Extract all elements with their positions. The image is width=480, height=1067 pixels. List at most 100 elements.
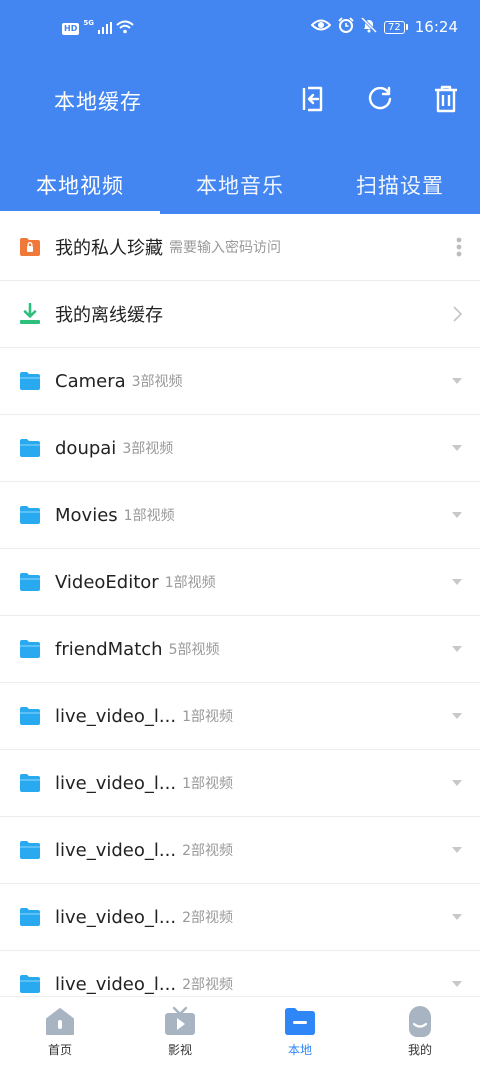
folder-icon [19,839,41,861]
folder-count: 1部视频 [182,709,233,725]
folder-count: 3部视频 [122,441,174,457]
nav-label: 我的 [407,1043,432,1057]
tab-label: 本地视频 [36,174,124,198]
folder-row[interactable]: live_video_l... 2部视频 [0,817,480,884]
folder-row[interactable]: Camera 3部视频 [0,348,480,415]
alarm-icon [338,17,354,37]
nav-label: 本地 [287,1043,312,1057]
folder-count: 1部视频 [164,575,216,591]
tv-icon [164,1005,196,1037]
home-icon [44,1005,76,1037]
folder-row[interactable]: live_video_l... 1部视频 [0,683,480,750]
local-folder-icon [284,1005,316,1037]
clock-time: 16:24 [414,18,458,36]
profile-icon [404,1005,436,1037]
folder-row[interactable]: live_video_l... 2部视频 [0,951,480,996]
row-title: 我的私人珍藏 [55,238,163,259]
nav-tv[interactable]: 影视 [120,997,240,1067]
lock-folder-icon [19,236,41,258]
refresh-icon [366,85,394,117]
bottom-nav: 首页 影视 本地 我的 [0,996,480,1067]
tab-label: 本地音乐 [196,174,284,198]
row-subtitle: 需要输入密码访问 [169,240,281,256]
tab-bar: 本地视频 本地音乐 扫描设置 [0,160,480,214]
import-icon [300,85,326,117]
wifi-icon [116,19,134,38]
expand-caret-icon[interactable] [452,713,462,719]
nav-home[interactable]: 首页 [0,997,120,1067]
download-icon [19,303,41,325]
folder-icon [19,571,41,593]
folder-name: live_video_l... [55,973,177,995]
folder-name: live_video_l... [55,705,177,727]
folder-row[interactable]: live_video_l... 2部视频 [0,884,480,951]
folder-count: 2部视频 [182,843,233,859]
chevron-right-icon [453,306,462,322]
eye-icon [310,18,332,36]
folder-row[interactable]: Movies 1部视频 [0,482,480,549]
folder-name: VideoEditor [55,571,159,593]
folder-row[interactable]: live_video_l... 1部视频 [0,750,480,817]
expand-caret-icon[interactable] [452,914,462,920]
status-bar: HD 5G 72 16:24 [0,0,480,56]
folder-icon [19,370,41,392]
expand-caret-icon[interactable] [452,847,462,853]
nav-local[interactable]: 本地 [240,997,360,1067]
expand-caret-icon[interactable] [452,579,462,585]
page-title: 本地缓存 [54,90,142,114]
folder-count: 2部视频 [182,910,233,926]
folder-icon [19,772,41,794]
folder-name: live_video_l... [55,906,177,928]
expand-caret-icon[interactable] [452,780,462,786]
folder-name: live_video_l... [55,772,177,794]
nav-label: 影视 [167,1043,192,1057]
signal-icon [97,19,112,38]
folder-count: 1部视频 [123,508,175,524]
tab-label: 扫描设置 [356,174,444,198]
mute-bell-icon [360,16,378,37]
folder-row[interactable]: VideoEditor 1部视频 [0,549,480,616]
more-vert-icon[interactable] [456,237,462,257]
folder-icon [19,504,41,526]
folder-count: 1部视频 [182,776,233,792]
video-folder-list: 我的私人珍藏 需要输入密码访问 我的离线缓存 Camera 3部视频 doupai 3… [0,214,480,996]
import-button[interactable] [298,86,328,116]
folder-name: doupai [55,437,117,459]
folder-name: friendMatch [55,638,163,660]
battery-level: 72 [384,20,405,34]
folder-icon [19,973,41,995]
nav-label: 首页 [47,1043,72,1057]
nav-profile[interactable]: 我的 [360,997,480,1067]
status-left: HD 5G [62,19,134,38]
folder-icon [19,638,41,660]
folder-icon [19,705,41,727]
expand-caret-icon[interactable] [452,981,462,987]
battery-icon: 72 [384,20,408,34]
delete-button[interactable] [431,85,461,117]
tab-local-video[interactable]: 本地视频 [0,160,160,214]
folder-icon [19,906,41,928]
offline-cache-row[interactable]: 我的离线缓存 [0,281,480,348]
network-type: 5G [83,19,94,27]
folder-count: 2部视频 [182,977,233,993]
expand-caret-icon[interactable] [452,445,462,451]
folder-name: live_video_l... [55,839,177,861]
trash-icon [433,85,459,117]
status-right: 72 16:24 [310,16,458,37]
folder-count: 3部视频 [131,374,183,390]
folder-name: Camera [55,370,126,392]
folder-name: Movies [55,504,118,526]
folder-row[interactable]: doupai 3部视频 [0,415,480,482]
app-header: HD 5G 72 16:24 本地缓存 本地视频 本地音乐 扫描设置 [0,0,480,214]
expand-caret-icon[interactable] [452,512,462,518]
hd-badge: HD [62,22,80,35]
expand-caret-icon[interactable] [452,646,462,652]
folder-count: 5部视频 [168,642,220,658]
folder-row[interactable]: friendMatch 5部视频 [0,616,480,683]
refresh-button[interactable] [365,86,395,116]
expand-caret-icon[interactable] [452,378,462,384]
folder-rows: Camera 3部视频 doupai 3部视频 Movies 1部视频 VideoEdito… [0,348,480,996]
private-collection-row[interactable]: 我的私人珍藏 需要输入密码访问 [0,214,480,281]
tab-scan-settings[interactable]: 扫描设置 [320,160,480,214]
tab-local-music[interactable]: 本地音乐 [160,160,320,214]
